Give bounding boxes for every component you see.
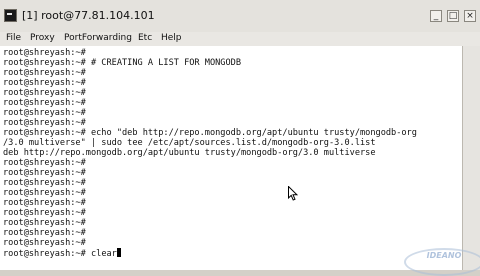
menu-help[interactable]: Help	[161, 33, 182, 43]
terminal-line: root@shreyash:~#	[3, 118, 86, 128]
minimize-button[interactable]: _	[430, 10, 442, 22]
menu-port-forwarding[interactable]: PortForwarding	[64, 33, 132, 43]
close-button[interactable]: ×	[464, 10, 476, 22]
terminal-line: root@shreyash:~#	[3, 218, 86, 228]
mouse-pointer-icon	[288, 186, 298, 201]
terminal-line: root@shreyash:~#	[3, 88, 86, 98]
menu-file[interactable]: File	[6, 33, 21, 43]
window-titlebar[interactable]: [1] root@77.81.104.101 _ □ ×	[0, 0, 480, 33]
terminal-line: /3.0 multiverse" | sudo tee /etc/apt/sou…	[3, 138, 376, 148]
terminal-line: root@shreyash:~#	[3, 208, 86, 218]
terminal-line: root@shreyash:~#	[3, 48, 86, 58]
terminal-current-line: root@shreyash:~# clear	[3, 248, 121, 259]
terminal-prompt: root@shreyash:~#	[3, 249, 91, 259]
text-cursor	[116, 248, 121, 257]
terminal-scrollbar[interactable]	[462, 46, 480, 270]
menu-etc[interactable]: Etc	[138, 33, 152, 43]
terminal-output[interactable]: root@shreyash:~# root@shreyash:~# # CREA…	[0, 46, 462, 270]
terminal-app-icon	[4, 9, 17, 22]
menu-bar: File Proxy PortForwarding Etc Help	[0, 32, 480, 46]
terminal-line: root@shreyash:~#	[3, 158, 86, 168]
terminal-line: root@shreyash:~# echo "deb http://repo.m…	[3, 128, 417, 138]
terminal-line: deb http://repo.mongodb.org/apt/ubuntu t…	[3, 148, 376, 158]
terminal-line: root@shreyash:~#	[3, 198, 86, 208]
terminal-line: root@shreyash:~#	[3, 188, 86, 198]
terminal-line: root@shreyash:~#	[3, 68, 86, 78]
terminal-line: root@shreyash:~#	[3, 178, 86, 188]
terminal-line: root@shreyash:~# # CREATING A LIST FOR M…	[3, 58, 241, 68]
terminal-line: root@shreyash:~#	[3, 98, 86, 108]
watermark-logo: IDEANO	[404, 248, 480, 276]
terminal-line: root@shreyash:~#	[3, 78, 86, 88]
terminal-line: root@shreyash:~#	[3, 228, 86, 238]
terminal-command: clear	[90, 249, 117, 259]
menu-proxy[interactable]: Proxy	[30, 33, 55, 43]
terminal-line: root@shreyash:~#	[3, 168, 86, 178]
terminal-line: root@shreyash:~#	[3, 108, 86, 118]
terminal-line: root@shreyash:~#	[3, 238, 86, 248]
maximize-button[interactable]: □	[447, 10, 459, 22]
window-title: [1] root@77.81.104.101	[22, 9, 155, 22]
